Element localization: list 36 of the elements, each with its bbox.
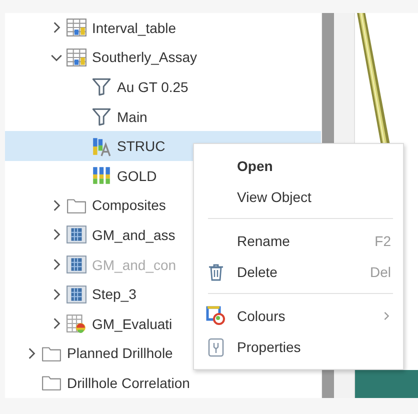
menu-item[interactable]: View Object [194,182,403,213]
trash-icon [206,262,226,282]
colour-palette-icon [206,306,226,326]
bar-letter-icon [91,136,112,157]
tree-row[interactable]: Main [5,102,321,132]
tree-item-label: Main [117,108,148,125]
tree-item-label: Step_3 [92,286,136,302]
tree-item-label: Interval_table [92,20,176,36]
funnel-icon [91,76,112,98]
block-grid-icon [66,224,87,246]
tree-item-label: GOLD [117,168,157,184]
block-grid-icon [66,254,87,276]
grid-blob-icon [66,313,87,334]
funnel-icon [91,106,112,128]
tree-row[interactable]: Interval_table [5,13,321,43]
bars-icon [91,165,112,186]
block-grid-icon [66,284,87,305]
tree-row[interactable]: Drillhole Correlation [5,368,321,398]
tree-item-label: GM_Evaluati [92,316,172,332]
table-icon [66,46,87,68]
tree-item-label: STRUC [117,138,166,154]
shortcut-label: Del [370,264,391,280]
table-icon [66,17,87,38]
tree-row[interactable]: Southerly_Assay [5,42,321,72]
tree-item-label: Composites [92,197,166,214]
tree-item-label: GM_and_ass [92,226,176,243]
tree-item-label: Au GT 0.25 [117,78,188,95]
tree-item-label: Planned Drillhole [67,345,173,362]
tree-item-label: GM_and_con [92,256,176,273]
menu-item[interactable]: Properties [194,332,403,363]
tree-item-label: Drillhole Correlation [67,374,190,391]
menu-item[interactable]: Rename F2 [194,225,403,256]
shortcut-label: F2 [374,232,391,249]
clipboard-icon [206,337,226,358]
tree-row[interactable]: Au GT 0.25 [5,72,321,102]
tree-item-label: Southerly_Assay [92,49,198,66]
